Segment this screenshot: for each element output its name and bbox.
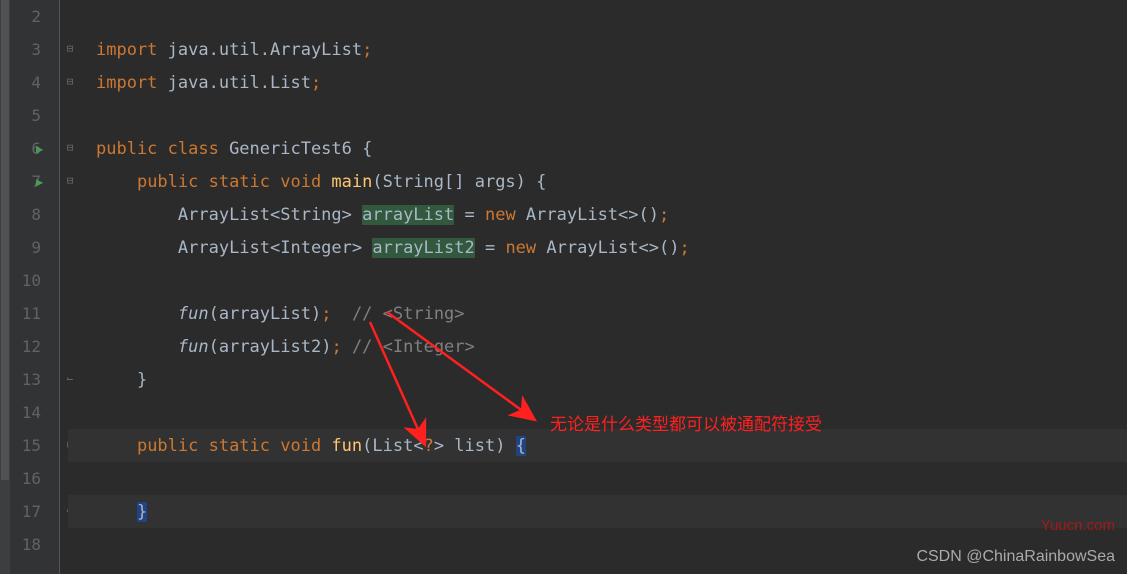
keyword: public static void	[137, 436, 331, 456]
brace: }	[137, 370, 147, 390]
annotation-text: 无论是什么类型都可以被通配符接受	[550, 410, 822, 435]
brace-match: }	[137, 502, 147, 522]
gutter-row-8[interactable]: 8	[0, 198, 59, 231]
semicolon: ;	[331, 337, 341, 357]
sp	[342, 337, 352, 357]
code-line-12[interactable]: fun(arrayList2); // <Integer>	[68, 330, 1127, 363]
brace-match: {	[516, 436, 526, 456]
gutter-row-6[interactable]: 6▶	[0, 132, 59, 165]
watermark-csdn: CSDN @ChinaRainbowSea	[916, 548, 1115, 566]
code-line-7[interactable]: public static void main(String[] args) {	[68, 165, 1127, 198]
code-line-10[interactable]	[68, 264, 1127, 297]
gutter-row-7[interactable]: 7▶	[0, 165, 59, 198]
code-line-11[interactable]: fun(arrayList); // <String>	[68, 297, 1127, 330]
gutter[interactable]: 23456▶7▶89101112131415161718	[0, 0, 60, 574]
code-line-16[interactable]	[68, 462, 1127, 495]
run-icon[interactable]: ▶	[36, 175, 43, 189]
gutter-row-12[interactable]: 12	[0, 330, 59, 363]
gutter-row-16[interactable]: 16	[0, 462, 59, 495]
eq: =	[475, 238, 506, 258]
wildcard: ?	[424, 436, 434, 456]
gutter-row-14[interactable]: 14	[0, 396, 59, 429]
keyword: new	[505, 238, 546, 258]
gutter-row-2[interactable]: 2	[0, 0, 59, 33]
var-highlight: arrayList2	[372, 238, 474, 258]
class-name: GenericTest6	[229, 139, 362, 159]
semicolon: ;	[311, 73, 321, 93]
code-line-8[interactable]: ArrayList<String> arrayList = new ArrayL…	[68, 198, 1127, 231]
comment: // <Integer>	[352, 337, 475, 357]
code-editor: 23456▶7▶89101112131415161718 ⊟⊟⊟⊟⊟⌙⌙ imp…	[0, 0, 1127, 574]
var-highlight: arrayList	[362, 205, 454, 225]
keyword: import	[96, 73, 168, 93]
gutter-row-5[interactable]: 5	[0, 99, 59, 132]
type: ArrayList<>()	[546, 238, 679, 258]
signature: (String[] args) {	[372, 172, 546, 192]
paren: > list)	[434, 436, 516, 456]
code-line-2[interactable]	[68, 0, 1127, 33]
package: java.util.List	[168, 73, 311, 93]
keyword: public static void	[137, 172, 331, 192]
fn-call: fun	[178, 337, 209, 357]
keyword: new	[485, 205, 526, 225]
gutter-row-4[interactable]: 4	[0, 66, 59, 99]
package: java.util.ArrayList	[168, 40, 362, 60]
code-area[interactable]: ⊟⊟⊟⊟⊟⌙⌙ import java.util.ArrayList; impo…	[60, 0, 1127, 574]
gutter-row-15[interactable]: 15	[0, 429, 59, 462]
semicolon: ;	[362, 40, 372, 60]
run-icon[interactable]: ▶	[36, 142, 43, 156]
code-line-3[interactable]: import java.util.ArrayList;	[68, 33, 1127, 66]
method-name: main	[331, 172, 372, 192]
type: ArrayList<>()	[526, 205, 659, 225]
gutter-row-17[interactable]: 17	[0, 495, 59, 528]
code-line-9[interactable]: ArrayList<Integer> arrayList2 = new Arra…	[68, 231, 1127, 264]
semicolon: ;	[321, 304, 331, 324]
fn-call: fun	[178, 304, 209, 324]
gutter-row-11[interactable]: 11	[0, 297, 59, 330]
gutter-row-13[interactable]: 13	[0, 363, 59, 396]
type: ArrayList<Integer>	[178, 238, 372, 258]
method-name: fun	[331, 436, 362, 456]
code-line-5[interactable]	[68, 99, 1127, 132]
paren: (List<	[362, 436, 423, 456]
semicolon: ;	[679, 238, 689, 258]
gutter-row-18[interactable]: 18	[0, 528, 59, 561]
sp	[331, 304, 351, 324]
gutter-row-10[interactable]: 10	[0, 264, 59, 297]
code-line-17[interactable]: }	[68, 495, 1127, 528]
code-line-13[interactable]: }	[68, 363, 1127, 396]
semicolon: ;	[659, 205, 669, 225]
brace: {	[362, 139, 372, 159]
gutter-row-9[interactable]: 9	[0, 231, 59, 264]
keyword: import	[96, 40, 168, 60]
args: (arrayList2)	[209, 337, 332, 357]
type: ArrayList<String>	[178, 205, 362, 225]
gutter-row-3[interactable]: 3	[0, 33, 59, 66]
code-line-4[interactable]: import java.util.List;	[68, 66, 1127, 99]
eq: =	[454, 205, 485, 225]
keyword: public class	[96, 139, 229, 159]
watermark-yuucn: Yuucn.com	[1041, 517, 1115, 534]
args: (arrayList)	[209, 304, 322, 324]
code-line-6[interactable]: public class GenericTest6 {	[68, 132, 1127, 165]
comment: // <String>	[352, 304, 465, 324]
